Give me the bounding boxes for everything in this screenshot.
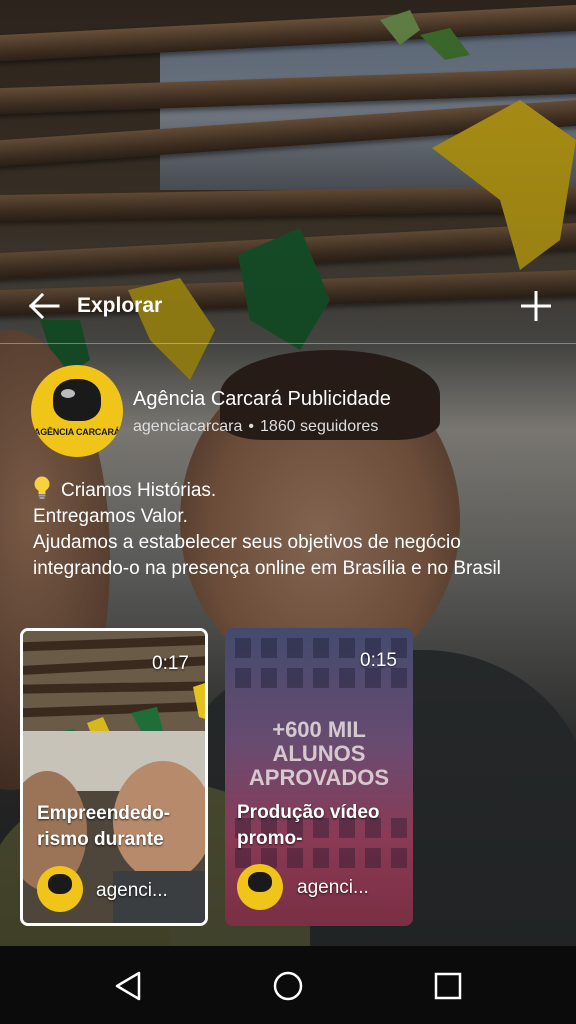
arrow-left-icon[interactable]: [28, 292, 60, 320]
story-card[interactable]: 0:17 Empreendedo-rismo durante agenci...: [20, 628, 208, 926]
carcara-logo-icon: [248, 872, 272, 892]
carcara-logo-icon: [53, 379, 101, 421]
profile-followers: 1860 seguidores: [260, 418, 379, 435]
plus-icon[interactable]: [518, 288, 554, 324]
meta-separator: •: [248, 418, 255, 435]
video-duration: 0:15: [360, 650, 397, 671]
card-avatar: [237, 864, 283, 910]
square-recents-icon[interactable]: [430, 968, 466, 1004]
profile-bio: Criamos Histórias. Entregamos Valor. Aju…: [33, 476, 553, 582]
card-title: Empreendedo-rismo durante: [37, 803, 171, 850]
thumbnail-overlay-text: +600 MIL ALUNOS APROVADOS: [248, 717, 390, 790]
avatar-logo-text: AGÊNCIA CARCARÁ: [33, 427, 121, 437]
card-title: Produção vídeo promo-: [237, 802, 380, 849]
bio-line-1: Criamos Histórias.: [61, 480, 217, 501]
profile-meta: agenciacarcara • 1860 seguidores: [133, 418, 378, 436]
bio-line-3: Ajudamos a estabelecer seus objetivos de…: [33, 532, 501, 579]
circle-home-icon[interactable]: [270, 968, 306, 1004]
light-bulb-icon: [34, 476, 50, 499]
card-username: agenci...: [297, 877, 369, 898]
bio-line-2: Entregamos Valor.: [33, 506, 188, 527]
card-username: agenci...: [96, 880, 168, 901]
page-title: Explorar: [77, 294, 163, 317]
video-duration: 0:17: [152, 653, 189, 674]
profile-username: agenciacarcara: [133, 418, 243, 435]
top-bar: Explorar: [0, 276, 576, 336]
header-divider: [0, 343, 576, 344]
triangle-back-icon[interactable]: [111, 968, 147, 1004]
profile-name[interactable]: Agência Carcará Publicidade: [133, 388, 391, 411]
card-avatar: [37, 866, 83, 912]
system-navigation-bar: [0, 946, 576, 1024]
carcara-logo-icon: [48, 874, 72, 894]
story-card[interactable]: +600 MIL ALUNOS APROVADOS 0:15 Produção …: [225, 628, 413, 926]
profile-avatar[interactable]: AGÊNCIA CARCARÁ: [31, 365, 123, 457]
